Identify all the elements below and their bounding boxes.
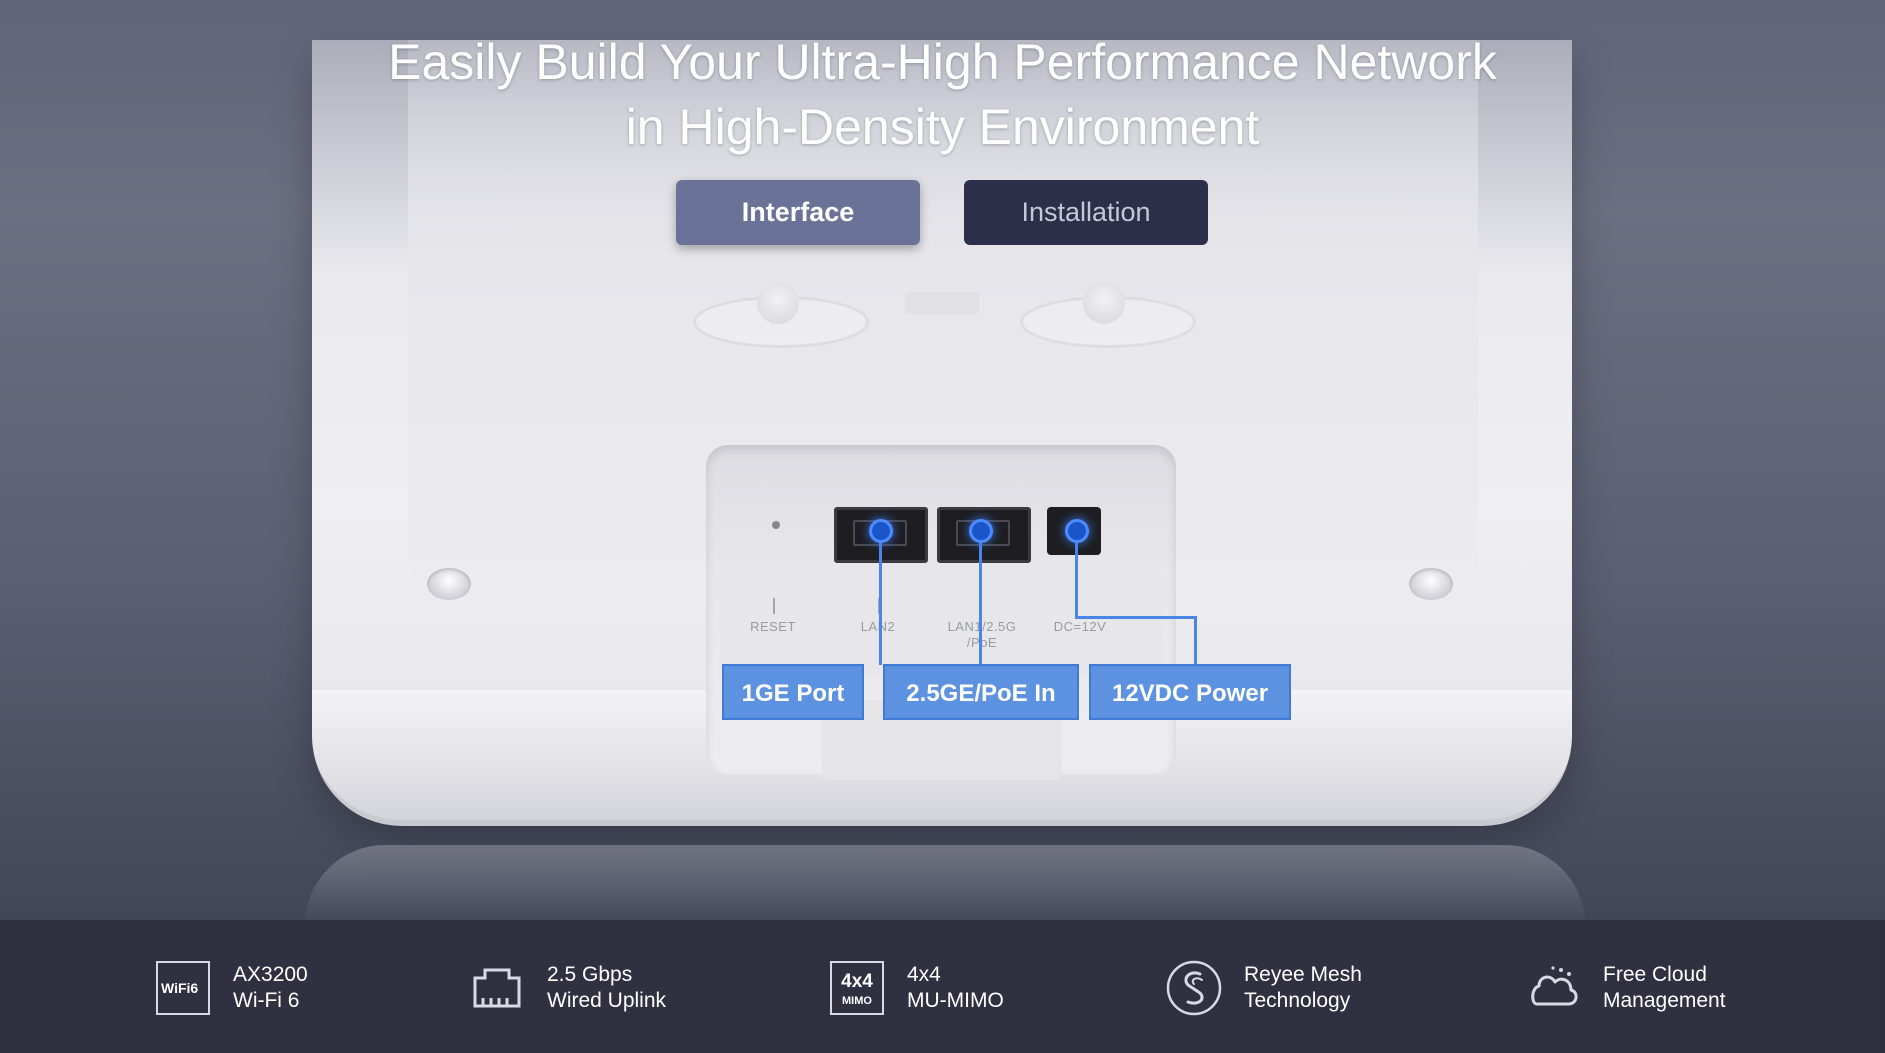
mount-screw-right [1409,568,1453,600]
leader-line-dc [1075,530,1078,618]
feature-cloud-line2: Management [1603,989,1726,1012]
leader-line-poe [979,530,982,665]
hero-section: RESET LAN2 LAN1/2.5G /PoE DC=12V 1GE Por… [0,0,1885,920]
page-title-line2: in High-Density Environment [625,99,1260,155]
mount-screw-left [427,568,471,600]
feature-wifi6-line2: Wi-Fi 6 [233,989,300,1012]
feature-wifi6-line1: AX3200 [233,963,308,986]
silkscreen-dc: DC=12V [1053,619,1107,634]
feature-wired-uplink-line2: Wired Uplink [547,989,667,1012]
leader-line-1ge [879,530,882,665]
silkscreen-reset: RESET [750,619,796,634]
feature-mimo-line1: 4x4 [907,963,941,986]
page-title: Easily Build Your Ultra-High Performance… [0,30,1885,160]
silkscreen-tick [773,598,775,614]
port-marker-lan1 [969,519,993,543]
callout-poe-in: 2.5GE/PoE In [883,664,1079,720]
mount-slot [905,292,979,314]
feature-reyee-mesh-line2: Technology [1244,989,1351,1012]
mimo-icon-top-text: 4x4 [841,971,873,992]
feature-cloud-line1: Free Cloud [1603,963,1707,986]
feature-wired-uplink-text: 2.5 Gbps Wired Uplink [547,962,666,1014]
silkscreen-lan2: LAN2 [860,619,896,634]
wifi6-icon: WiFi6 [155,960,211,1016]
feature-bar: WiFi6 AX3200 Wi-Fi 6 2.5 Gbps Wired Upli… [0,920,1885,1053]
mimo-icon-bottom-text: MIMO [842,995,872,1007]
tab-installation[interactable]: Installation [964,180,1208,245]
silkscreen-lan1: LAN1/2.5G [932,619,1032,634]
mimo-icon: 4x4 MIMO [829,960,885,1016]
reyee-mesh-icon [1166,960,1222,1016]
tab-interface[interactable]: Interface [676,180,920,245]
feature-reyee-mesh-line1: Reyee Mesh [1244,963,1362,986]
feature-wired-uplink: 2.5 Gbps Wired Uplink [469,958,666,1018]
callout-12vdc-power: 12VDC Power [1089,664,1291,720]
reset-hole [772,521,780,529]
device-reflection [305,845,1585,920]
feature-wifi6: WiFi6 AX3200 Wi-Fi 6 [155,958,308,1018]
leader-line-dc-drop [1194,616,1197,665]
silkscreen-poe: /PoE [966,635,998,650]
feature-mimo: 4x4 MIMO 4x4 MU-MIMO [829,958,1004,1018]
feature-mimo-line2: MU-MIMO [907,989,1004,1012]
mount-clip-knob-right [1083,282,1125,324]
leader-line-dc-horizontal [1075,616,1197,619]
feature-reyee-mesh-text: Reyee Mesh Technology [1244,962,1362,1014]
port-marker-dc [1065,519,1089,543]
port-marker-lan2 [869,519,893,543]
wifi6-icon-text: WiFi6 [161,980,198,996]
callout-1ge-port: 1GE Port [722,664,864,720]
feature-cloud: Free Cloud Management [1525,958,1726,1018]
mount-clip-knob-left [757,282,799,324]
page-title-line1: Easily Build Your Ultra-High Performance… [388,34,1497,90]
feature-reyee-mesh: Reyee Mesh Technology [1166,958,1362,1018]
ethernet-port-icon [469,960,525,1016]
feature-wired-uplink-line1: 2.5 Gbps [547,963,633,986]
feature-wifi6-text: AX3200 Wi-Fi 6 [233,962,308,1014]
cloud-icon [1525,960,1581,1016]
feature-cloud-text: Free Cloud Management [1603,962,1726,1014]
feature-mimo-text: 4x4 MU-MIMO [907,962,1004,1014]
